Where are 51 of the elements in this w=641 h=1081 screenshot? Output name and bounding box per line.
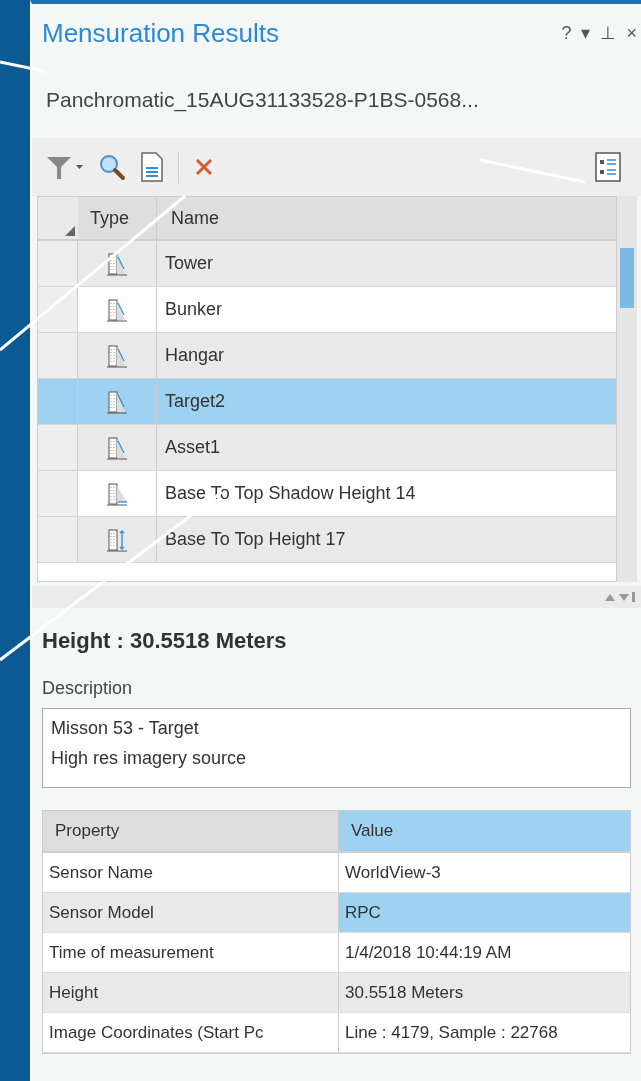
search-icon[interactable]: [98, 153, 126, 181]
result-row[interactable]: Hangar: [38, 333, 616, 379]
result-name: Bunker: [165, 298, 223, 321]
description-line: Misson 53 - Target: [51, 717, 200, 740]
value-cell-text: WorldView-3: [344, 861, 442, 884]
building-height-icon: [105, 388, 129, 415]
measurement-heading: Height : 30.5518 Meters: [42, 627, 288, 655]
building-shadow-icon: [105, 480, 129, 507]
property-cell: Time of measurement: [43, 933, 339, 972]
image-name: Panchromatic_15AUG31133528-P1BS-0568...: [46, 87, 479, 114]
result-name: Hangar: [165, 344, 225, 367]
pane-header-button[interactable]: ⊥: [600, 19, 617, 47]
column-header[interactable]: Value: [339, 811, 630, 851]
result-name: Target2: [165, 390, 226, 413]
value-cell-text: Line : 4179, Sample : 22768: [344, 1021, 559, 1044]
splitter-arrows-icon[interactable]: [605, 592, 635, 602]
result-row[interactable]: Bunker: [38, 287, 616, 333]
result-row[interactable]: Tower: [38, 241, 616, 287]
value-cell-text: 1/4/2018 10:44:19 AM: [344, 941, 513, 964]
pane-header-button[interactable]: ?: [561, 19, 572, 47]
corner-triangle-icon: [65, 226, 75, 236]
delete-icon[interactable]: [193, 156, 215, 178]
building-height-icon: [105, 434, 129, 461]
pane-header-button[interactable]: ×: [626, 19, 637, 47]
pane-title: Mensuration Results: [42, 16, 279, 50]
result-row[interactable]: Base To Top Height 17: [38, 517, 616, 563]
column-header[interactable]: Name: [157, 197, 616, 239]
building-height-icon: [105, 250, 129, 277]
property-cell: Height: [43, 973, 339, 1012]
result-row[interactable]: Target2: [38, 379, 616, 425]
building-height-icon: [105, 526, 129, 553]
column-header[interactable]: Property: [43, 811, 339, 851]
scrollbar[interactable]: [617, 196, 637, 582]
result-name: Asset1: [165, 436, 221, 459]
building-height-icon: [105, 342, 129, 369]
property-cell: Sensor Name: [43, 853, 339, 892]
document-icon[interactable]: [140, 152, 164, 182]
list-view-icon[interactable]: [595, 152, 621, 182]
property-cell: Image Coordinates (Start Pc: [43, 1013, 339, 1052]
result-name: Tower: [165, 252, 213, 275]
column-header[interactable]: Type: [78, 197, 157, 239]
select-all-corner[interactable]: [38, 197, 78, 239]
pane-header-button[interactable]: ▾: [581, 19, 591, 47]
description-label: Description: [42, 677, 134, 700]
value-cell: RPC: [339, 893, 630, 932]
result-name: Base To Top Height 17: [165, 528, 346, 551]
description-line: High res imagery source: [51, 747, 248, 770]
result-row[interactable]: Asset1: [38, 425, 616, 471]
description-field[interactable]: Misson 53 - Target High res imagery source: [42, 708, 631, 788]
value-cell-text: 30.5518 Meters: [344, 981, 465, 1004]
building-height-icon: [105, 296, 129, 323]
